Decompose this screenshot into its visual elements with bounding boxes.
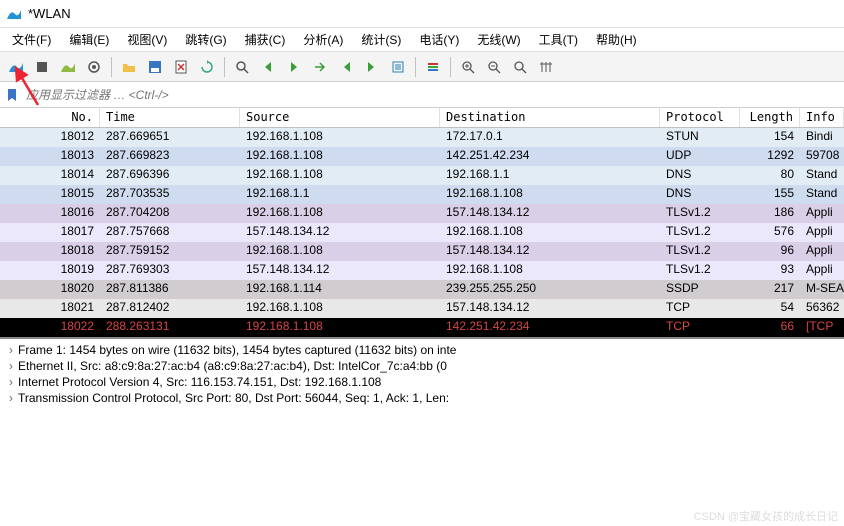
expand-icon[interactable]: ›	[4, 343, 18, 357]
packet-details-pane[interactable]: ›Frame 1: 1454 bytes on wire (11632 bits…	[0, 339, 844, 409]
menu-edit[interactable]: 编辑(E)	[61, 29, 117, 50]
expand-icon[interactable]: ›	[4, 391, 18, 405]
zoom-in-icon	[461, 60, 475, 74]
expand-icon[interactable]: ›	[4, 359, 18, 373]
fin-blue-icon	[8, 59, 24, 75]
menu-telephony[interactable]: 电话(Y)	[411, 29, 467, 50]
find-button[interactable]	[230, 55, 254, 79]
packet-list-pane[interactable]: No. Time Source Destination Protocol Len…	[0, 108, 844, 339]
save-file-button[interactable]	[143, 55, 167, 79]
menu-analyze[interactable]: 分析(A)	[295, 29, 351, 50]
display-filter-input[interactable]	[22, 84, 842, 106]
main-toolbar	[0, 52, 844, 82]
detail-line[interactable]: ›Ethernet II, Src: a8:c9:8a:27:ac:b4 (a8…	[4, 358, 840, 374]
table-row[interactable]: 18020287.811386192.168.1.114239.255.255.…	[0, 280, 844, 299]
table-row[interactable]: 18012287.669651192.168.1.108172.17.0.1ST…	[0, 128, 844, 147]
menu-file[interactable]: 文件(F)	[4, 29, 59, 50]
packet-list-header[interactable]: No. Time Source Destination Protocol Len…	[0, 108, 844, 128]
gear-icon	[87, 60, 101, 74]
stop-icon	[35, 60, 49, 74]
separator	[111, 57, 112, 77]
capture-options-button[interactable]	[82, 55, 106, 79]
menu-help[interactable]: 帮助(H)	[588, 29, 645, 50]
menubar: 文件(F) 编辑(E) 视图(V) 跳转(G) 捕获(C) 分析(A) 统计(S…	[0, 28, 844, 52]
start-capture-button[interactable]	[4, 55, 28, 79]
zoom-out-icon	[487, 60, 501, 74]
expand-icon[interactable]: ›	[4, 375, 18, 389]
column-header-protocol[interactable]: Protocol	[660, 108, 740, 127]
menu-capture[interactable]: 捕获(C)	[237, 29, 294, 50]
go-first-icon	[339, 60, 353, 74]
columns-icon	[539, 60, 553, 74]
go-last-icon	[365, 60, 379, 74]
reload-button[interactable]	[195, 55, 219, 79]
menu-view[interactable]: 视图(V)	[119, 29, 175, 50]
colorize-icon	[426, 60, 440, 74]
restart-fin-icon	[60, 59, 76, 75]
titlebar: *WLAN	[0, 0, 844, 28]
search-icon	[235, 60, 249, 74]
go-forward-button[interactable]	[282, 55, 306, 79]
column-header-no[interactable]: No.	[0, 108, 100, 127]
menu-tools[interactable]: 工具(T)	[531, 29, 586, 50]
table-row[interactable]: 18021287.812402192.168.1.108157.148.134.…	[0, 299, 844, 318]
folder-open-icon	[122, 60, 136, 74]
go-to-packet-button[interactable]	[308, 55, 332, 79]
zoom-reset-icon	[513, 60, 527, 74]
open-file-button[interactable]	[117, 55, 141, 79]
watermark-text: CSDN @宝藏女孩的成长日记	[694, 508, 838, 524]
menu-goto[interactable]: 跳转(G)	[177, 29, 234, 50]
reload-icon	[200, 60, 214, 74]
autoscroll-icon	[391, 60, 405, 74]
first-packet-button[interactable]	[334, 55, 358, 79]
wireshark-logo-icon	[6, 6, 22, 22]
window-title: *WLAN	[28, 6, 71, 21]
menu-wireless[interactable]: 无线(W)	[469, 29, 528, 50]
table-row[interactable]: 18016287.704208192.168.1.108157.148.134.…	[0, 204, 844, 223]
resize-columns-button[interactable]	[534, 55, 558, 79]
table-row[interactable]: 18014287.696396192.168.1.108192.168.1.1D…	[0, 166, 844, 185]
goto-icon	[313, 60, 327, 74]
table-row[interactable]: 18015287.703535192.168.1.1192.168.1.108D…	[0, 185, 844, 204]
packet-list-body[interactable]: 18012287.669651192.168.1.108172.17.0.1ST…	[0, 128, 844, 337]
column-header-destination[interactable]: Destination	[440, 108, 660, 127]
zoom-out-button[interactable]	[482, 55, 506, 79]
go-back-button[interactable]	[256, 55, 280, 79]
table-row[interactable]: 18013287.669823192.168.1.108142.251.42.2…	[0, 147, 844, 166]
close-file-icon	[174, 60, 188, 74]
detail-line[interactable]: ›Internet Protocol Version 4, Src: 116.1…	[4, 374, 840, 390]
arrow-left-icon	[261, 60, 275, 74]
table-row[interactable]: 18019287.769303157.148.134.12192.168.1.1…	[0, 261, 844, 280]
separator	[415, 57, 416, 77]
menu-statistics[interactable]: 统计(S)	[353, 29, 409, 50]
column-header-info[interactable]: Info	[800, 108, 844, 127]
separator	[450, 57, 451, 77]
detail-line[interactable]: ›Frame 1: 1454 bytes on wire (11632 bits…	[4, 342, 840, 358]
separator	[224, 57, 225, 77]
column-header-length[interactable]: Length	[740, 108, 800, 127]
save-icon	[148, 60, 162, 74]
auto-scroll-button[interactable]	[386, 55, 410, 79]
column-header-source[interactable]: Source	[240, 108, 440, 127]
close-file-button[interactable]	[169, 55, 193, 79]
zoom-reset-button[interactable]	[508, 55, 532, 79]
zoom-in-button[interactable]	[456, 55, 480, 79]
restart-capture-button[interactable]	[56, 55, 80, 79]
last-packet-button[interactable]	[360, 55, 384, 79]
detail-line[interactable]: ›Transmission Control Protocol, Src Port…	[4, 390, 840, 406]
table-row[interactable]: 18022288.263131192.168.1.108142.251.42.2…	[0, 318, 844, 337]
column-header-time[interactable]: Time	[100, 108, 240, 127]
display-filter-bar	[0, 82, 844, 108]
table-row[interactable]: 18017287.757668157.148.134.12192.168.1.1…	[0, 223, 844, 242]
table-row[interactable]: 18018287.759152192.168.1.108157.148.134.…	[0, 242, 844, 261]
bookmark-filter-icon[interactable]	[2, 85, 22, 105]
colorize-button[interactable]	[421, 55, 445, 79]
arrow-right-icon	[287, 60, 301, 74]
stop-capture-button[interactable]	[30, 55, 54, 79]
